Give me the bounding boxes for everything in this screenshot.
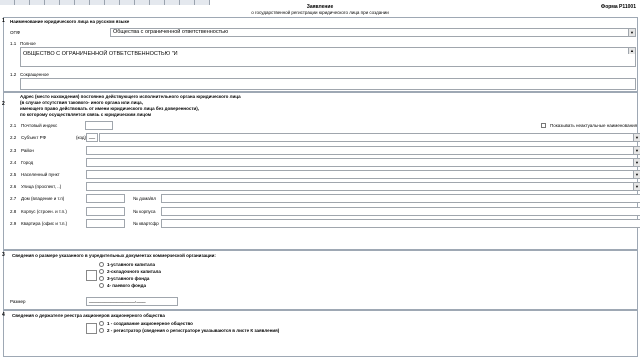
street-select[interactable]: ▼ [86, 182, 640, 191]
short-name-label: Сокращенное [20, 72, 49, 77]
capital-type-code-box[interactable] [86, 270, 97, 281]
capital-option-label: 2-складочного капитала [107, 269, 161, 274]
street-label: Улица (проспект, ..) [21, 184, 62, 189]
settlement-select[interactable]: ▼ [86, 170, 640, 179]
apartment-label: Квартира (офис и т.п.) [21, 221, 68, 226]
field-number: 2.1 [10, 123, 17, 128]
form-code: Форма Р11001 [600, 4, 636, 10]
form-subtitle: о государственной регистрации юридическо… [251, 10, 389, 15]
chevron-down-icon[interactable]: ▼ [633, 171, 640, 178]
field-number: 1.2 [10, 72, 17, 77]
capital-option-radio[interactable] [99, 269, 104, 274]
chevron-down-icon[interactable]: ▼ [633, 147, 640, 154]
district-select[interactable]: ▼ [86, 146, 640, 155]
full-name-label: Полное [20, 41, 36, 46]
city-select[interactable]: ▼ [86, 158, 640, 167]
registry-heading: Сведения о держателе реестра акционеров … [12, 313, 165, 318]
opf-label: ОПФ [10, 30, 21, 35]
registry-option-radio[interactable] [99, 328, 104, 333]
address-heading-line: (в случае отсутствия такового- иного орг… [20, 100, 143, 105]
registry-type-code-box[interactable] [86, 323, 97, 334]
house-number-input[interactable] [161, 194, 640, 203]
apartment-number-input[interactable] [161, 219, 640, 228]
opf-select[interactable]: Общества с ограниченной ответственностью… [110, 28, 636, 37]
opf-value: Общества с ограниченной ответственностью [113, 29, 229, 35]
section-capital: 3 Сведения о размере указанного в учреди… [2, 250, 638, 310]
building-type-input[interactable] [86, 207, 125, 216]
apartment-type-input[interactable] [86, 219, 125, 228]
building-number-label: № корпуса [133, 209, 156, 214]
chevron-down-icon[interactable]: ▼ [633, 183, 640, 190]
section-name: 1 Наименование юридического лица на русс… [2, 17, 638, 92]
scroll-up-icon[interactable]: ▲ [628, 48, 635, 54]
region-select[interactable]: ▼ [99, 133, 640, 142]
field-number: 2.6 [10, 184, 17, 189]
capital-option-label: 3-уставного фонда [107, 276, 150, 281]
section-registry: 4 Сведения о держателе реестра акционеро… [2, 310, 638, 357]
city-label: Город [21, 160, 34, 165]
address-heading-line: Адрес (место нахождения) постоянно дейст… [20, 94, 241, 99]
section-number: 1 [2, 18, 5, 24]
full-name-value: ОБЩЕСТВО С ОГРАНИЧЕННОЙ ОТВЕТСТВЕННОСТЬЮ… [23, 51, 178, 57]
registry-option-radio[interactable] [99, 321, 104, 326]
section-number: 4 [2, 312, 5, 318]
capital-option-label: 4- паевого фонда [107, 283, 146, 288]
short-name-field[interactable] [20, 78, 636, 90]
section-address: 2 Адрес (место нахождения) постоянно дей… [2, 92, 640, 250]
capital-option-label: 1-уставного капитала [107, 262, 155, 267]
capital-heading: Сведения о размере указанного в учредите… [12, 253, 216, 258]
show-outdated-checkbox[interactable] [541, 123, 546, 128]
capital-option-radio[interactable] [99, 283, 104, 288]
district-label: Район [21, 148, 34, 153]
registry-option-label: 2 - регистратор (сведения о регистраторе… [107, 328, 280, 333]
field-number: 2.5 [10, 172, 17, 177]
field-number: 2.4 [10, 160, 17, 165]
section-heading: Наименование юридического лица на русско… [10, 19, 130, 24]
region-code-label: (код) [76, 135, 87, 140]
region-code-input[interactable]: __ [86, 133, 98, 142]
field-number: 2.3 [10, 148, 17, 153]
size-input[interactable]: _______________,___ [86, 297, 178, 306]
chevron-down-icon[interactable]: ▼ [628, 29, 635, 36]
postal-index-input[interactable] [85, 121, 113, 130]
field-number: 2.8 [10, 209, 17, 214]
chevron-down-icon[interactable]: ▼ [633, 134, 640, 141]
building-label: Корпус (строен. и т.п.) [21, 209, 67, 214]
field-number: 2.9 [10, 221, 17, 226]
region-label: Субъект РФ [21, 135, 46, 140]
house-number-label: № дома/вл [133, 196, 156, 201]
show-outdated-label: Показывать неактуальные наименования [550, 123, 638, 128]
address-heading-line: по которому осуществляется связь с юриди… [20, 112, 152, 117]
field-number: 2.7 [10, 196, 17, 201]
settlement-label: Населенный пункт [21, 172, 60, 177]
capital-option-radio[interactable] [99, 276, 104, 281]
building-number-input[interactable] [161, 207, 640, 216]
section-number: 2 [2, 101, 5, 107]
house-label: Дом (владение и т.п) [21, 196, 65, 201]
chevron-down-icon[interactable]: ▼ [633, 159, 640, 166]
size-label: Размер [10, 299, 26, 304]
house-type-input[interactable] [86, 194, 125, 203]
section-number: 3 [2, 252, 5, 258]
field-number: 1.1 [10, 41, 17, 46]
address-heading-line: имеющего право действовать от имени юрид… [20, 106, 200, 111]
apartment-number-label: № квартсфр [133, 221, 159, 226]
full-name-field[interactable]: ОБЩЕСТВО С ОГРАНИЧЕННОЙ ОТВЕТСТВЕННОСТЬЮ… [20, 47, 636, 67]
registry-option-label: 1 - создавание акционерное общество [107, 321, 193, 326]
capital-option-radio[interactable] [99, 262, 104, 267]
postal-index-label: Почтовый индекс [21, 123, 58, 128]
field-number: 2.2 [10, 135, 17, 140]
